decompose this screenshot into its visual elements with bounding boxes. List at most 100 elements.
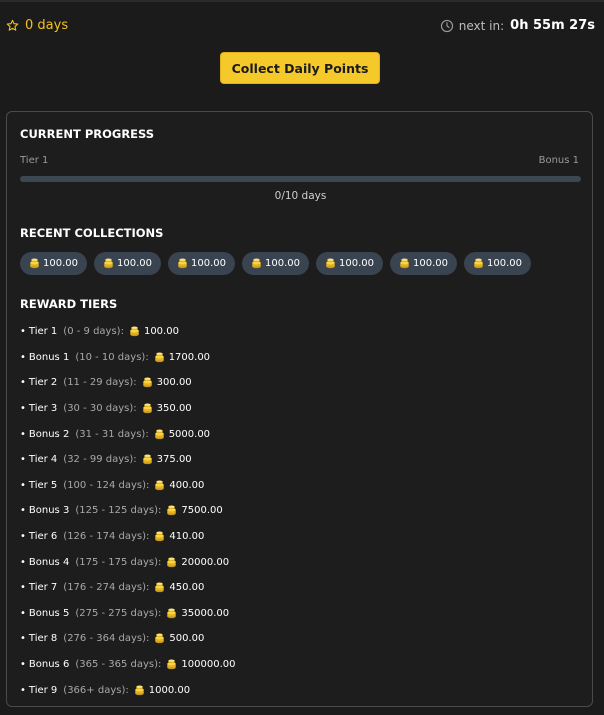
tier-colon: : — [125, 684, 129, 696]
progress-bar — [20, 176, 581, 182]
tier-amount: 410.00 — [169, 531, 205, 543]
tier-range: (32 - 99 days) — [63, 454, 134, 466]
tier-colon: : — [146, 633, 150, 645]
tier-colon: : — [158, 505, 162, 517]
coin-stack-icon — [155, 531, 165, 542]
tier-amount: 375.00 — [156, 454, 192, 466]
tier-amount: 300.00 — [156, 377, 192, 389]
coin-stack-icon — [142, 454, 152, 465]
bullet: • — [20, 403, 26, 415]
top-divider — [0, 0, 604, 2]
tier-name: Bonus 3 — [28, 505, 70, 517]
bullet: • — [20, 505, 26, 517]
coin-stack-icon — [252, 258, 261, 269]
tier-colon: : — [133, 403, 137, 415]
reward-tier-row: • Tier 9 (366+ days): 1000.00 — [20, 677, 236, 703]
bullet: • — [20, 659, 26, 671]
next-in-label: next in: — [458, 18, 505, 33]
tier-amount: 500.00 — [169, 633, 205, 645]
coin-stack-icon — [142, 378, 152, 388]
reward-tier-row: • Bonus 5 (275 - 275 days): 35000.00 — [20, 601, 236, 627]
coin-stack-icon — [326, 258, 335, 269]
tier-colon: : — [145, 351, 149, 363]
next-collection-timer: next in: 0h 55m 27s — [440, 18, 595, 33]
bullet: • — [20, 607, 26, 619]
tier-amount: 7500.00 — [181, 505, 223, 517]
coin-stack-icon — [154, 429, 164, 439]
tier-name: Bonus 1 — [28, 351, 70, 363]
tier-name: Bonus 2 — [28, 428, 70, 440]
tier-colon: : — [146, 479, 150, 491]
coin-stack-icon — [167, 506, 177, 516]
tier-name: Tier 5 — [28, 479, 58, 491]
rewards-card: CURRENT PROGRESS Tier 1 Bonus 1 0/10 day… — [6, 111, 593, 707]
coin-stack-icon — [474, 258, 483, 269]
tier-colon: : — [146, 582, 150, 594]
collection-chip: 100.00 — [20, 252, 87, 275]
coin-stack-icon — [155, 582, 165, 593]
coin-stack-icon — [154, 352, 164, 363]
tier-colon: : — [133, 454, 137, 466]
collection-amount: 100.00 — [339, 258, 374, 269]
collection-chip: 100.00 — [168, 252, 235, 275]
tier-name: Bonus 6 — [28, 659, 70, 671]
reward-tier-row: • Bonus 4 (175 - 175 days): 20000.00 — [20, 549, 236, 575]
collection-chip: 100.00 — [390, 252, 457, 275]
coin-stack-icon — [155, 633, 165, 644]
tier-range: (0 - 9 days) — [63, 326, 121, 338]
tier-amount: 1700.00 — [168, 351, 211, 363]
tier-colon: : — [145, 428, 149, 440]
collection-amount: 100.00 — [413, 258, 448, 269]
next-bonus-label: Bonus 1 — [538, 155, 579, 166]
tier-amount: 100.00 — [143, 326, 179, 338]
tier-range: (11 - 29 days) — [63, 377, 134, 389]
coin-stack-icon — [167, 608, 177, 619]
collection-amount: 100.00 — [191, 258, 226, 269]
tier-name: Bonus 5 — [28, 607, 70, 619]
reward-tier-row: • Bonus 3 (125 - 125 days): 7500.00 — [20, 498, 236, 524]
tier-colon: : — [133, 377, 137, 389]
tier-name: Tier 4 — [28, 454, 58, 466]
collection-amount: 100.00 — [117, 258, 152, 269]
bullet: • — [20, 479, 26, 491]
collect-daily-points-button[interactable]: Collect Daily Points — [220, 52, 380, 84]
collection-chip: 100.00 — [316, 252, 383, 275]
bullet: • — [20, 428, 26, 440]
next-in-countdown: 0h 55m 27s — [510, 18, 595, 33]
tier-range: (31 - 31 days) — [75, 428, 146, 440]
coin-stack-icon — [167, 557, 177, 567]
star-outline-icon — [6, 19, 19, 31]
reward-tier-row: • Tier 8 (276 - 364 days): 500.00 — [20, 626, 236, 652]
reward-tier-row: • Tier 7 (176 - 274 days): 450.00 — [20, 575, 236, 601]
reward-tier-row: • Tier 2 (11 - 29 days): 300.00 — [20, 370, 236, 396]
bullet: • — [20, 556, 26, 568]
tier-range: (10 - 10 days) — [75, 351, 146, 363]
tier-range: (276 - 364 days) — [63, 633, 147, 645]
collection-chip: 100.00 — [464, 252, 531, 275]
bullet: • — [20, 351, 26, 363]
tier-range: (275 - 275 days) — [75, 607, 159, 619]
tier-amount: 450.00 — [169, 582, 205, 594]
bullet: • — [20, 684, 26, 696]
current-tier-label: Tier 1 — [20, 155, 49, 166]
tier-amount: 35000.00 — [181, 607, 230, 619]
clock-icon — [440, 19, 453, 32]
tier-name: Tier 3 — [28, 403, 58, 415]
bullet: • — [20, 582, 26, 594]
reward-tiers-list: • Tier 1 (0 - 9 days):100.00 • Bonus 1 (10 - … — [20, 319, 236, 703]
collection-amount: 100.00 — [265, 258, 300, 269]
coin-stack-icon — [142, 403, 152, 414]
tier-amount: 100000.00 — [181, 659, 236, 671]
tier-colon: : — [158, 556, 162, 568]
streak-indicator: 0 days — [6, 18, 68, 33]
collection-amount: 100.00 — [43, 258, 78, 269]
reward-tier-row: • Tier 6 (126 - 174 days): 410.00 — [20, 524, 236, 550]
tier-range: (30 - 30 days) — [63, 403, 134, 415]
bullet: • — [20, 377, 26, 389]
tier-range: (175 - 175 days) — [75, 556, 159, 568]
tier-range: (125 - 125 days) — [75, 505, 159, 517]
tier-name: Tier 7 — [28, 582, 58, 594]
tier-range: (100 - 124 days) — [63, 479, 147, 491]
reward-tiers-title: REWARD TIERS — [20, 297, 118, 311]
reward-tier-row: • Tier 5 (100 - 124 days): 400.00 — [20, 473, 236, 499]
